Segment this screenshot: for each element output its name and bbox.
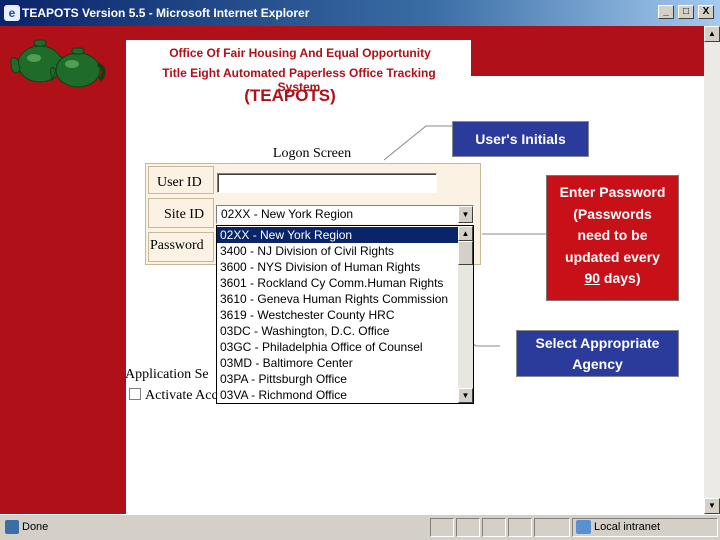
site-option[interactable]: 03MD - Baltimore Center: [217, 355, 459, 371]
scroll-up-icon[interactable]: ▲: [704, 26, 720, 42]
callout-password-line: need to be: [577, 227, 648, 243]
user-id-input[interactable]: [217, 173, 437, 193]
activate-account-option[interactable]: Activate Acc: [129, 388, 218, 404]
site-option[interactable]: 03PA - Pittsburgh Office: [217, 371, 459, 387]
status-text: Done: [22, 521, 49, 533]
callout-agency-line: Agency: [572, 356, 623, 372]
dropdown-scroll-thumb[interactable]: [458, 241, 473, 265]
chevron-down-icon[interactable]: ▼: [458, 206, 473, 223]
dropdown-scrollbar[interactable]: ▲ ▼: [458, 226, 473, 403]
callout-select-agency: Select Appropriate Agency: [516, 330, 679, 377]
site-option[interactable]: 3619 - Westchester County HRC: [217, 307, 459, 323]
callout-password-line: Enter Password: [559, 184, 666, 200]
window-title: TEAPOTS Version 5.5 - Microsoft Internet…: [22, 6, 310, 20]
callout-password-days-text: days): [600, 270, 641, 286]
security-zone-text: Local intranet: [594, 521, 661, 533]
site-option[interactable]: 3400 - NJ Division of Civil Rights: [217, 243, 459, 259]
internet-explorer-icon: e: [4, 5, 20, 21]
scroll-down-icon[interactable]: ▼: [704, 498, 720, 514]
site-id-select[interactable]: 02XX - New York Region ▼: [216, 205, 474, 224]
site-option[interactable]: 02XX - New York Region: [217, 227, 459, 243]
site-option[interactable]: 03VA - Richmond Office: [217, 387, 459, 403]
logon-screen-title: Logon Screen: [272, 146, 352, 161]
callout-password-days-number: 90: [584, 270, 601, 286]
minimize-button[interactable]: _: [658, 5, 674, 19]
page-done-icon: [5, 520, 19, 534]
activate-account-checkbox[interactable]: [129, 388, 141, 400]
window-scrollbar[interactable]: ▲ ▼: [704, 26, 720, 514]
site-option[interactable]: 3601 - Rockland Cy Comm.Human Rights: [217, 275, 459, 291]
application-security-heading: Application Se: [125, 367, 209, 382]
callout-enter-password: Enter Password (Passwords need to be upd…: [546, 175, 679, 301]
callout-agency-line: Select Appropriate: [535, 335, 660, 351]
status-bar: Done Local intranet: [0, 514, 720, 540]
site-id-label: Site ID: [164, 207, 205, 222]
site-option[interactable]: 3610 - Geneva Human Rights Commission: [217, 291, 459, 307]
callout-password-line: 90 days): [547, 268, 678, 290]
scroll-down-icon[interactable]: ▼: [458, 388, 473, 403]
user-id-label: User ID: [157, 175, 202, 190]
callout-password-line: (Passwords: [573, 205, 652, 222]
status-pane: [456, 518, 480, 537]
site-id-dropdown-list[interactable]: 02XX - New York Region 3400 - NJ Divisio…: [216, 225, 474, 404]
browser-content: Office Of Fair Housing And Equal Opportu…: [0, 26, 704, 514]
status-pane: [482, 518, 506, 537]
callout-user-initials: User's Initials: [452, 121, 589, 157]
site-id-selected-value: 02XX - New York Region: [221, 207, 354, 221]
intranet-zone-icon: [576, 520, 591, 534]
scroll-up-icon[interactable]: ▲: [458, 226, 473, 241]
site-option[interactable]: 03GC - Philadelphia Office of Counsel: [217, 339, 459, 355]
activate-account-label: Activate Acc: [145, 388, 218, 403]
maximize-button[interactable]: □: [678, 5, 694, 19]
status-pane: [508, 518, 532, 537]
status-pane: [534, 518, 570, 537]
window-title-bar: e TEAPOTS Version 5.5 - Microsoft Intern…: [0, 0, 720, 26]
password-label: Password: [150, 238, 204, 253]
status-pane: [430, 518, 454, 537]
site-option[interactable]: 03DC - Washington, D.C. Office: [217, 323, 459, 339]
site-option[interactable]: 3600 - NYS Division of Human Rights: [217, 259, 459, 275]
close-button[interactable]: X: [698, 5, 714, 19]
callout-password-line: updated every: [565, 248, 660, 265]
